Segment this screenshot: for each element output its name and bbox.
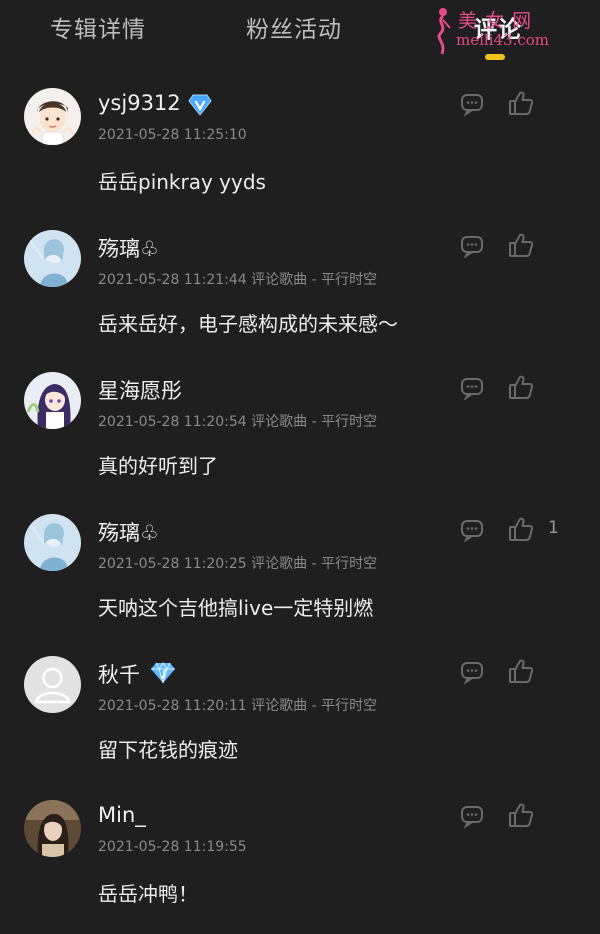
- reply-comment-icon[interactable]: [460, 804, 484, 828]
- tab-album-details[interactable]: 专辑详情: [50, 10, 146, 44]
- comment-text: 真的好听到了: [98, 454, 218, 478]
- comment-username[interactable]: ysj9312: [98, 91, 181, 115]
- anime-blue-avatar-icon: [24, 514, 81, 571]
- like-count: 1: [548, 518, 559, 538]
- comment-text: 留下花钱的痕迹: [98, 738, 238, 762]
- v-verified-icon: [188, 94, 212, 116]
- comment-meta: 2021-05-28 11:20:25 评论歌曲 - 平行时空: [98, 556, 378, 572]
- comment-meta: 2021-05-28 11:25:10: [98, 127, 247, 143]
- avatar[interactable]: [24, 514, 81, 571]
- watermark-title: 美 女 网: [458, 10, 533, 32]
- comment-item: 殇璃♧ 2021-05-28 11:20:25 评论歌曲 - 平行时空 天呐这个…: [0, 500, 600, 642]
- photo-girl-avatar-icon: [24, 800, 81, 857]
- comment-text: 岳来岳好，电子感构成的未来感～: [98, 312, 398, 336]
- watermark-figure-icon: [437, 8, 451, 55]
- comment-text: 岳岳冲鸭！: [98, 882, 198, 906]
- avatar[interactable]: [24, 230, 81, 287]
- comment-meta: 2021-05-28 11:20:11 评论歌曲 - 平行时空: [98, 698, 378, 714]
- reply-comment-icon[interactable]: [460, 518, 484, 542]
- comment-item: Min_ 2021-05-28 11:19:55 岳岳冲鸭！: [0, 786, 600, 928]
- default-person-avatar-icon: [24, 656, 81, 713]
- comment-meta: 2021-05-28 11:19:55: [98, 839, 247, 855]
- comment-item: 星海愿彤 2021-05-28 11:20:54 评论歌曲 - 平行时空 真的好…: [0, 358, 600, 500]
- comment-text: 岳岳pinkray yyds: [98, 170, 266, 194]
- comment-item: 殇璃♧ 2021-05-28 11:21:44 评论歌曲 - 平行时空 岳来岳好…: [0, 216, 600, 358]
- anime-purple-avatar-icon: [24, 372, 81, 429]
- thumbs-up-icon[interactable]: [508, 658, 534, 684]
- cartoon-boy-avatar-icon: [24, 88, 81, 145]
- avatar[interactable]: [24, 800, 81, 857]
- comment-username[interactable]: 殇璃♧: [98, 233, 159, 263]
- comment-username[interactable]: Min_: [98, 803, 146, 827]
- anime-blue-avatar-icon: [24, 230, 81, 287]
- comment-item: 秋千 2021-05-28 11:20:11 评论歌曲 - 平行时空 留下花钱的…: [0, 642, 600, 784]
- watermark-logo: 美 女 网 meili43.com: [428, 4, 598, 56]
- avatar[interactable]: [24, 372, 81, 429]
- comment-meta: 2021-05-28 11:20:54 评论歌曲 - 平行时空: [98, 414, 378, 430]
- avatar[interactable]: [24, 88, 81, 145]
- thumbs-up-icon[interactable]: [508, 90, 534, 116]
- reply-comment-icon[interactable]: [460, 92, 484, 116]
- tab-bar: 专辑详情 粉丝活动 评论 美 女 网 meili43.com: [0, 0, 600, 72]
- comment-meta: 2021-05-28 11:21:44 评论歌曲 - 平行时空: [98, 272, 378, 288]
- reply-comment-icon[interactable]: [460, 376, 484, 400]
- tab-fan-activities[interactable]: 粉丝活动: [246, 10, 342, 44]
- diamond-icon: [151, 662, 175, 684]
- comment-item: ysj9312 2021-05-28 11:25:10 岳岳pinkray yy…: [0, 74, 600, 216]
- avatar[interactable]: [24, 656, 81, 713]
- comment-username[interactable]: 秋千: [98, 659, 140, 689]
- thumbs-up-icon[interactable]: [508, 374, 534, 400]
- comment-text: 天呐这个吉他搞live一定特别燃: [98, 596, 374, 620]
- comment-username[interactable]: 殇璃♧: [98, 517, 159, 547]
- thumbs-up-icon[interactable]: [508, 232, 534, 258]
- thumbs-up-icon[interactable]: [508, 802, 534, 828]
- reply-comment-icon[interactable]: [460, 660, 484, 684]
- thumbs-up-icon[interactable]: [508, 516, 534, 542]
- comment-username[interactable]: 星海愿彤: [98, 375, 182, 405]
- watermark-url: meili43.com: [456, 31, 550, 49]
- reply-comment-icon[interactable]: [460, 234, 484, 258]
